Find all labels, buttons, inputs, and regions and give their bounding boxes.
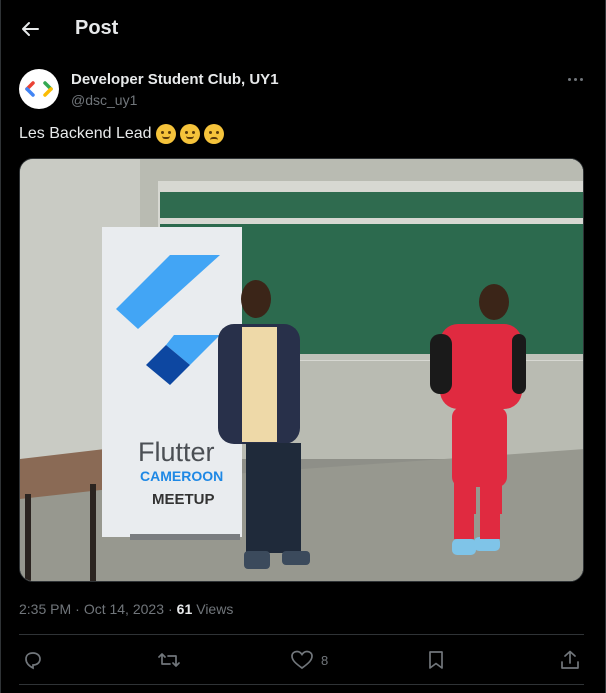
photo-scene: Flutter CAMEROON MEETUP	[20, 159, 583, 581]
post-date[interactable]: Oct 14, 2023	[84, 601, 164, 617]
post-text: Les Backend Lead	[19, 124, 224, 144]
post-text-content: Les Backend Lead	[19, 125, 152, 142]
heart-icon	[291, 650, 313, 670]
tired-face-emoji-icon	[155, 124, 176, 144]
dot-icon	[573, 77, 577, 81]
post-image[interactable]: Flutter CAMEROON MEETUP	[19, 158, 584, 582]
avatar[interactable]	[19, 69, 59, 109]
bookmark-icon	[429, 651, 443, 669]
post-meta: 2:35 PM · Oct 14, 2023 · 61 Views	[19, 601, 233, 617]
views-count: 61	[176, 601, 193, 617]
banner-meetup: MEETUP	[152, 491, 215, 508]
gdsc-logo-icon	[25, 81, 53, 97]
share-button[interactable]	[560, 646, 580, 674]
more-options-button[interactable]	[563, 70, 587, 88]
repost-icon	[158, 653, 180, 667]
meta-separator: ·	[167, 601, 173, 617]
back-button[interactable]	[15, 14, 45, 44]
relieved-face-emoji-icon	[179, 124, 200, 144]
post-time[interactable]: 2:35 PM	[19, 601, 71, 617]
post-detail-page: Post Developer Student Club, UY1 @dsc_uy…	[0, 0, 606, 693]
page-title: Post	[75, 17, 119, 39]
dot-icon	[567, 77, 571, 81]
meta-separator: ·	[75, 601, 80, 617]
arrow-left-icon	[22, 22, 39, 36]
author-name[interactable]: Developer Student Club, UY1	[71, 71, 279, 88]
like-count: 8	[321, 652, 329, 668]
reply-icon	[25, 652, 41, 670]
author-handle[interactable]: @dsc_uy1	[71, 92, 137, 108]
like-button[interactable]: 8	[291, 646, 328, 674]
divider	[19, 634, 584, 635]
bookmark-button[interactable]	[426, 646, 446, 674]
views-label: Views	[196, 601, 234, 617]
pleading-face-emoji-icon	[203, 124, 224, 144]
banner-subtitle: CAMEROON	[140, 468, 223, 484]
dot-icon	[579, 77, 583, 81]
reply-button[interactable]	[23, 646, 43, 674]
share-icon	[561, 650, 579, 669]
banner-title: Flutter	[138, 437, 215, 467]
divider	[19, 684, 584, 685]
repost-button[interactable]	[158, 646, 180, 674]
action-bar: 8	[1, 646, 606, 674]
